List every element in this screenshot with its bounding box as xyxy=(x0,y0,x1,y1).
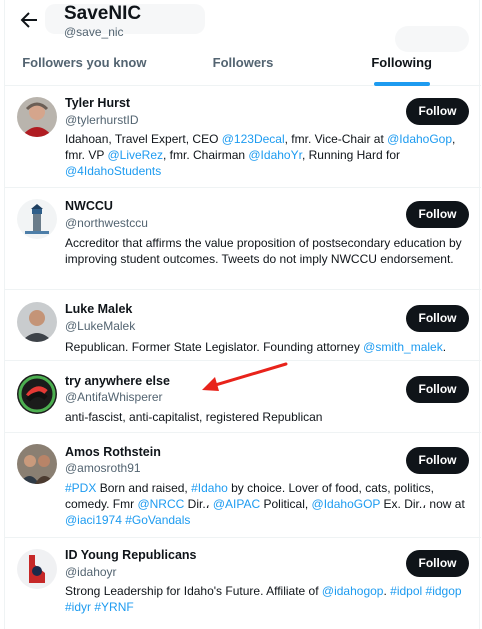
bio-text: , Running Hard for xyxy=(301,148,400,162)
user-bio: anti-fascist, anti-capitalist, registere… xyxy=(65,409,473,425)
bio-text: Republican. Former State Legislator. Fou… xyxy=(65,340,364,354)
tab-followers-you-know[interactable]: Followers you know xyxy=(5,44,164,85)
bio-text: Political, xyxy=(260,497,312,511)
tab-label: Following xyxy=(371,55,432,70)
page-title: SaveNIC xyxy=(64,3,142,24)
list-item[interactable]: Amos Rothstein @amosroth91 Follow #PDX B… xyxy=(5,433,481,538)
bio-link[interactable]: @NRCC xyxy=(137,497,184,511)
follow-button[interactable]: Follow xyxy=(406,305,469,332)
bio-link[interactable]: @LiveRez xyxy=(107,148,163,162)
follow-button[interactable]: Follow xyxy=(406,201,469,228)
bio-link[interactable]: #idpol xyxy=(390,584,422,598)
red-arrow-icon xyxy=(202,362,288,391)
page-handle: @save_nic xyxy=(64,25,124,39)
bio-link[interactable]: #Idaho xyxy=(191,481,228,495)
bio-link[interactable]: @IdahoGop xyxy=(387,132,452,146)
list-item[interactable]: Tyler Hurst @tylerhurstID Follow Idahoan… xyxy=(5,86,481,188)
bio-text: , fmr. Vice-Chair at xyxy=(284,132,388,146)
bio-link[interactable]: @123Decal xyxy=(222,132,285,146)
list-item[interactable]: Luke Malek @LukeMalek Follow Republican.… xyxy=(5,290,481,361)
avatar[interactable] xyxy=(17,374,57,414)
bio-text: anti-fascist, anti-capitalist, registere… xyxy=(65,410,323,424)
follow-button[interactable]: Follow xyxy=(406,98,469,125)
avatar[interactable] xyxy=(17,549,57,589)
profile-following-panel: SaveNIC @save_nic Followers you know Fol… xyxy=(4,0,481,629)
arrow-left-icon[interactable] xyxy=(17,8,41,32)
user-bio: Republican. Former State Legislator. Fou… xyxy=(65,339,473,355)
follow-button[interactable]: Follow xyxy=(406,376,469,403)
tab-label: Followers you know xyxy=(22,55,147,70)
bio-text: . xyxy=(442,340,447,354)
bio-link[interactable]: @smith_malek xyxy=(363,340,443,354)
bio-link[interactable]: @IdahoGOP xyxy=(312,497,381,511)
avatar[interactable] xyxy=(17,199,57,239)
tab-label: Followers xyxy=(212,55,274,70)
avatar[interactable] xyxy=(17,444,57,484)
user-name[interactable]: try anywhere else xyxy=(65,374,170,388)
bio-link[interactable]: @4IdahoStudents xyxy=(65,164,161,178)
bio-link[interactable]: @AIPAC xyxy=(213,497,260,511)
bio-link[interactable]: #idyr xyxy=(65,600,91,614)
follow-button[interactable]: Follow xyxy=(406,447,469,474)
bio-link[interactable]: #idgop xyxy=(426,584,462,598)
user-name[interactable]: Tyler Hurst xyxy=(65,96,130,110)
user-bio: Accreditor that affirms the value propos… xyxy=(65,235,473,267)
user-handle: @tylerhurstID xyxy=(65,113,139,127)
user-name[interactable]: ID Young Republicans xyxy=(65,548,197,562)
bio-link[interactable]: @idahogop xyxy=(322,584,384,598)
user-name[interactable]: Amos Rothstein xyxy=(65,445,161,459)
user-name[interactable]: Luke Malek xyxy=(65,302,132,316)
user-bio: #PDX Born and raised, #Idaho by choice. … xyxy=(65,480,473,528)
user-bio: Idahoan, Travel Expert, CEO @123Decal, f… xyxy=(65,131,473,179)
user-name[interactable]: NWCCU xyxy=(65,199,113,213)
bio-text: Strong Leadership for Idaho's Future. Af… xyxy=(65,584,322,598)
user-handle: @northwestccu xyxy=(65,216,148,230)
tab-bar: Followers you know Followers Following xyxy=(5,44,481,86)
list-item[interactable]: NWCCU @northwestccu Follow Accreditor th… xyxy=(5,188,481,290)
bio-link[interactable]: #YRNF xyxy=(94,600,133,614)
bio-text: Accreditor that affirms the value propos… xyxy=(65,236,462,266)
tab-following[interactable]: Following xyxy=(322,44,481,86)
bio-text: Ex. Dir.، now at xyxy=(380,497,465,511)
bio-link[interactable]: @iaci1974 xyxy=(65,513,122,527)
bio-link[interactable]: @IdahoYr xyxy=(248,148,302,162)
user-handle: @LukeMalek xyxy=(65,319,136,333)
top-bar: SaveNIC @save_nic xyxy=(5,0,481,52)
bio-text: Born and raised, xyxy=(96,481,192,495)
follow-button[interactable]: Follow xyxy=(406,550,469,577)
tab-followers[interactable]: Followers xyxy=(164,44,323,85)
bio-text: Dir.، xyxy=(184,497,213,511)
bio-link[interactable]: #PDX xyxy=(65,481,96,495)
bio-link[interactable]: #GoVandals xyxy=(125,513,190,527)
user-handle: @idahoyr xyxy=(65,565,117,579)
user-handle: @amosroth91 xyxy=(65,461,141,475)
avatar[interactable] xyxy=(17,97,57,137)
bio-text: , fmr. Chairman xyxy=(163,148,249,162)
bio-text: Idahoan, Travel Expert, CEO xyxy=(65,132,222,146)
list-item[interactable]: ID Young Republicans @idahoyr Follow Str… xyxy=(5,538,481,629)
avatar[interactable] xyxy=(17,302,57,342)
user-bio: Strong Leadership for Idaho's Future. Af… xyxy=(65,583,473,615)
user-handle: @AntifaWhisperer xyxy=(65,390,163,404)
